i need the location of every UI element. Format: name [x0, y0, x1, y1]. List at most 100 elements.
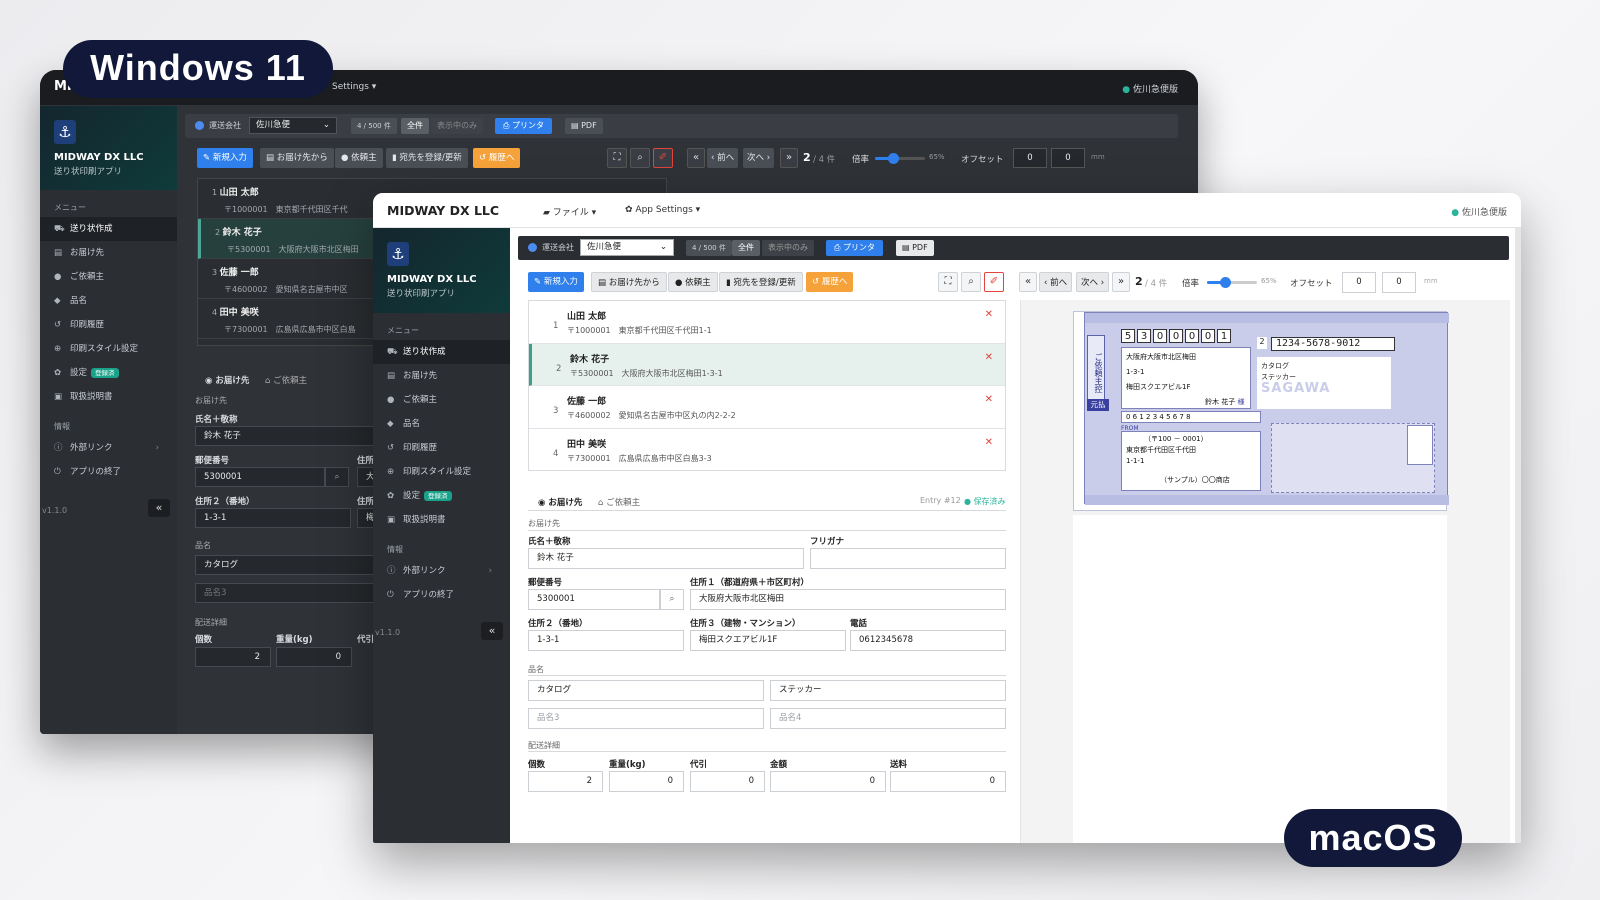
address2-field[interactable]: 1-3-1 — [528, 630, 684, 651]
sidebar-item-history[interactable]: ↺ 印刷履歴 — [40, 313, 177, 337]
last-page-button[interactable]: » — [1112, 272, 1130, 292]
sidebar-item-manual[interactable]: ▣ 取扱説明書 — [40, 385, 177, 409]
menu-settings[interactable]: Settings ▾ — [332, 82, 376, 92]
weight-field[interactable]: 0 — [276, 647, 352, 667]
kana-field[interactable] — [810, 548, 1006, 569]
filter-all-button[interactable]: 全件 — [401, 118, 429, 134]
item3-field[interactable]: 品名3 — [195, 583, 375, 603]
sidebar-item-history[interactable]: ↺ 印刷履歴 — [373, 436, 510, 460]
tab-sender[interactable]: ⌂ ご依頼主 — [598, 496, 640, 508]
delete-icon[interactable]: ✕ — [985, 352, 993, 363]
first-page-button[interactable]: « — [687, 148, 705, 168]
zip-field[interactable]: 5300001 — [195, 467, 325, 487]
sidebar-item-quit[interactable]: ⏻ アプリの終了 — [373, 583, 510, 607]
prev-page-button[interactable]: ‹ 前へ — [707, 148, 739, 168]
sidebar-item-external-links[interactable]: ⓘ 外部リンク › — [40, 436, 177, 460]
history-button[interactable]: ↺ 履歴へ — [473, 148, 521, 168]
address1-field[interactable]: 大阪府大阪市北区梅田 — [690, 589, 1006, 610]
next-page-button[interactable]: 次へ › — [743, 148, 775, 168]
sidebar-item-manual[interactable]: ▣ 取扱説明書 — [373, 508, 510, 532]
carrier-select[interactable]: 佐川急便 ⌄ — [249, 117, 337, 134]
tab-sender[interactable]: ⌂ ご依頼主 — [265, 374, 307, 386]
register-address-button[interactable]: ▮ 宛先を登録/更新 — [386, 148, 468, 168]
zoom-slider[interactable] — [875, 153, 925, 164]
register-address-button[interactable]: ▮ 宛先を登録/更新 — [719, 272, 803, 292]
brush-icon[interactable]: ✐ — [984, 272, 1004, 292]
item4-field[interactable]: 品名4 — [770, 708, 1006, 729]
cod-field[interactable]: 0 — [690, 771, 765, 792]
sidebar-item-items[interactable]: ◆ 品名 — [373, 412, 510, 436]
from-destination-button[interactable]: ▤ お届け先から — [260, 148, 334, 168]
collapse-sidebar-button[interactable]: « — [481, 622, 503, 640]
pdf-button[interactable]: ▤ PDF — [565, 118, 603, 134]
delete-icon[interactable]: ✕ — [985, 394, 993, 405]
history-button[interactable]: ↺ 履歴へ — [806, 272, 854, 292]
weight-field[interactable]: 0 — [609, 771, 684, 792]
search-icon[interactable]: ⌕ — [630, 148, 650, 168]
collapse-sidebar-button[interactable]: « — [148, 499, 170, 517]
new-entry-button[interactable]: ✎ 新規入力 — [528, 272, 584, 292]
filter-shown-button[interactable]: 表示中のみ — [431, 118, 483, 134]
offset-x-input[interactable]: 0 — [1342, 272, 1376, 293]
list-item[interactable]: 4 田中 美咲 〒7300001 広島県広島市中区白島3-3 ✕ — [529, 429, 1005, 472]
qty-field[interactable]: 2 — [195, 647, 271, 667]
sidebar-item-sender[interactable]: ● ご依頼主 — [40, 265, 177, 289]
sidebar-item-external-links[interactable]: ⓘ 外部リンク › — [373, 559, 510, 583]
amount-field[interactable]: 0 — [770, 771, 886, 792]
sidebar-item-destination[interactable]: ▤ お届け先 — [40, 241, 177, 265]
brush-icon[interactable]: ✐ — [653, 148, 673, 168]
new-entry-button[interactable]: ✎ 新規入力 — [197, 148, 253, 168]
tab-destination[interactable]: ◉ お届け先 — [205, 374, 249, 386]
menu-settings[interactable]: ✿ App Settings ▾ — [625, 205, 700, 215]
item2-field[interactable]: ステッカー — [770, 680, 1006, 701]
last-page-button[interactable]: » — [780, 148, 798, 168]
item3-field[interactable]: 品名3 — [528, 708, 764, 729]
item1-field[interactable]: カタログ — [195, 555, 375, 575]
sender-button[interactable]: ● 依頼主 — [668, 272, 718, 292]
offset-y-input[interactable]: 0 — [1382, 272, 1416, 293]
zoom-slider[interactable] — [1207, 277, 1257, 288]
prev-page-button[interactable]: ‹ 前へ — [1039, 272, 1073, 292]
next-page-button[interactable]: 次へ › — [1076, 272, 1110, 292]
menu-file[interactable]: ▰ ファイル ▾ — [543, 205, 596, 218]
first-page-button[interactable]: « — [1019, 272, 1037, 292]
item1-field[interactable]: カタログ — [528, 680, 764, 701]
sidebar-item-create[interactable]: ⛟ 送り状作成 — [373, 340, 510, 364]
sidebar-item-settings[interactable]: ✿ 設定 登録済 — [373, 484, 510, 508]
offset-x-input[interactable]: 0 — [1013, 148, 1047, 168]
list-item[interactable]: 3 佐藤 一郎 〒4600002 愛知県名古屋市中区丸の内2-2-2 ✕ — [529, 386, 1005, 429]
filter-shown-button[interactable]: 表示中のみ — [762, 240, 814, 256]
zip-search-icon[interactable]: ⌕ — [325, 467, 349, 487]
tab-destination[interactable]: ◉ お届け先 — [538, 496, 582, 508]
fee-field[interactable]: 0 — [890, 771, 1006, 792]
list-item-selected[interactable]: 2 鈴木 花子 〒5300001 大阪府大阪市北区梅田1-3-1 ✕ — [529, 343, 1005, 386]
address3-field[interactable]: 梅田スクエアビル1F — [690, 630, 846, 651]
sidebar-item-items[interactable]: ◆ 品名 — [40, 289, 177, 313]
sidebar-item-print-style[interactable]: ⊕ 印刷スタイル設定 — [40, 337, 177, 361]
zip-field[interactable]: 5300001 — [528, 589, 660, 610]
scrollbar[interactable] — [1515, 228, 1521, 843]
address2-field[interactable]: 1-3-1 — [195, 508, 351, 528]
offset-y-input[interactable]: 0 — [1051, 148, 1085, 168]
fullscreen-icon[interactable]: ⛶ — [938, 272, 958, 292]
sidebar-item-settings[interactable]: ✿ 設定 登録済 — [40, 361, 177, 385]
from-destination-button[interactable]: ▤ お届け先から — [591, 272, 667, 292]
qty-field[interactable]: 2 — [528, 771, 603, 792]
sidebar-item-print-style[interactable]: ⊕ 印刷スタイル設定 — [373, 460, 510, 484]
zip-search-icon[interactable]: ⌕ — [660, 589, 684, 610]
printer-button[interactable]: ⎙ プリンタ — [495, 118, 552, 134]
carrier-radio[interactable] — [528, 243, 537, 252]
delete-icon[interactable]: ✕ — [985, 437, 993, 448]
carrier-select[interactable]: 佐川急便 ⌄ — [580, 239, 674, 256]
name-field[interactable]: 鈴木 花子 — [528, 548, 804, 569]
name-field[interactable]: 鈴木 花子 — [195, 426, 395, 446]
sidebar-item-create[interactable]: ⛟ 送り状作成 — [40, 217, 177, 241]
sidebar-item-destination[interactable]: ▤ お届け先 — [373, 364, 510, 388]
carrier-radio[interactable] — [195, 121, 204, 130]
search-icon[interactable]: ⌕ — [961, 272, 981, 292]
filter-all-button[interactable]: 全件 — [732, 240, 760, 256]
sidebar-item-sender[interactable]: ● ご依頼主 — [373, 388, 510, 412]
sender-button[interactable]: ● 依頼主 — [335, 148, 383, 168]
printer-button[interactable]: ⎙ プリンタ — [826, 240, 883, 256]
pdf-button[interactable]: ▤ PDF — [896, 240, 934, 256]
